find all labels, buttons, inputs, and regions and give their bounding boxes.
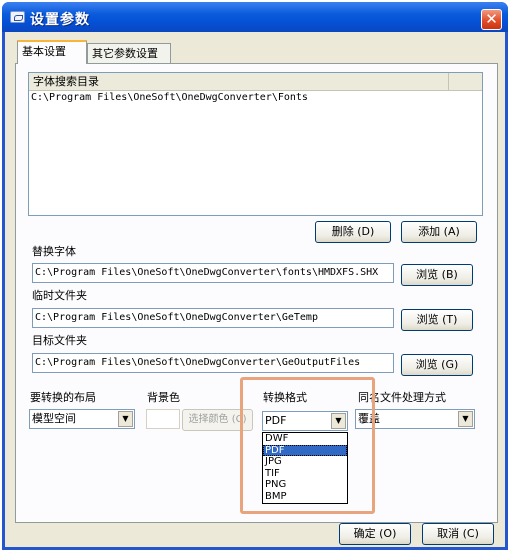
format-dropdown-list[interactable]: DWF PDF JPG TIF PNG BMP xyxy=(262,432,348,504)
add-button[interactable]: 添加 (A) xyxy=(401,221,477,243)
window-title: 设置参数 xyxy=(30,12,90,28)
close-button[interactable]: ✕ xyxy=(481,9,502,30)
app-icon xyxy=(10,11,25,23)
format-select[interactable]: PDF ▼ xyxy=(262,411,348,431)
list-header-font-dir[interactable]: 字体搜索目录 xyxy=(29,73,449,90)
tab-basic-settings[interactable]: 基本设置 xyxy=(17,40,87,64)
choose-color-button[interactable]: 选择颜色 (C) xyxy=(182,409,253,431)
temp-folder-label: 临时文件夹 xyxy=(32,289,87,302)
cancel-button[interactable]: 取消 (C) xyxy=(422,523,494,545)
dialog-client: 基本设置 其它参数设置 字体搜索目录 C:\Program Files\OneS… xyxy=(5,32,505,547)
layout-label: 要转换的布局 xyxy=(30,391,96,404)
background-color-swatch xyxy=(146,409,180,429)
target-folder-label: 目标文件夹 xyxy=(32,334,87,347)
ok-button[interactable]: 确定 (O) xyxy=(339,523,411,545)
tab-panel: 字体搜索目录 C:\Program Files\OneSoft\OneDwgCo… xyxy=(15,63,498,523)
target-folder-field[interactable]: C:\Program Files\OneSoft\OneDwgConverter… xyxy=(32,353,394,373)
chevron-down-icon[interactable]: ▼ xyxy=(458,411,473,427)
browse-temp-folder-button[interactable]: 浏览 (T) xyxy=(401,309,473,331)
browse-replace-font-button[interactable]: 浏览 (B) xyxy=(401,264,473,286)
format-option-pdf[interactable]: PDF xyxy=(263,444,347,456)
chevron-down-icon[interactable]: ▼ xyxy=(331,413,346,429)
format-option-dwf[interactable]: DWF xyxy=(263,433,347,445)
temp-folder-field[interactable]: C:\Program Files\OneSoft\OneDwgConverter… xyxy=(32,308,394,328)
font-dir-list[interactable]: 字体搜索目录 C:\Program Files\OneSoft\OneDwgCo… xyxy=(28,72,483,216)
chevron-down-icon[interactable]: ▼ xyxy=(118,411,133,427)
layout-select-value: 模型空间 xyxy=(32,412,76,425)
replace-font-field[interactable]: C:\Program Files\OneSoft\OneDwgConverter… xyxy=(32,263,394,283)
format-option-bmp[interactable]: BMP xyxy=(263,491,347,503)
list-item[interactable]: C:\Program Files\OneSoft\OneDwgConverter… xyxy=(31,92,308,103)
list-header: 字体搜索目录 xyxy=(29,73,482,91)
format-label: 转换格式 xyxy=(263,391,307,404)
same-name-label: 同名文件处理方式 xyxy=(358,391,446,404)
title-bar[interactable]: 设置参数 ✕ xyxy=(2,2,508,32)
format-option-png[interactable]: PNG xyxy=(263,479,347,491)
background-label: 背景色 xyxy=(147,391,180,404)
browse-target-folder-button[interactable]: 浏览 (G) xyxy=(401,354,473,376)
replace-font-label: 替换字体 xyxy=(32,245,76,258)
format-option-jpg[interactable]: JPG xyxy=(263,456,347,468)
tab-other-settings[interactable]: 其它参数设置 xyxy=(87,43,171,63)
dialog-window: 设置参数 ✕ 基本设置 其它参数设置 字体搜索目录 C:\Program Fil… xyxy=(2,2,508,550)
same-name-select-value: 覆盖 xyxy=(358,412,380,425)
format-select-value: PDF xyxy=(265,414,287,427)
same-name-select[interactable]: 覆盖 ▼ xyxy=(355,409,475,429)
format-option-tif[interactable]: TIF xyxy=(263,468,347,480)
delete-button[interactable]: 删除 (D) xyxy=(315,221,391,243)
layout-select[interactable]: 模型空间 ▼ xyxy=(29,409,135,429)
